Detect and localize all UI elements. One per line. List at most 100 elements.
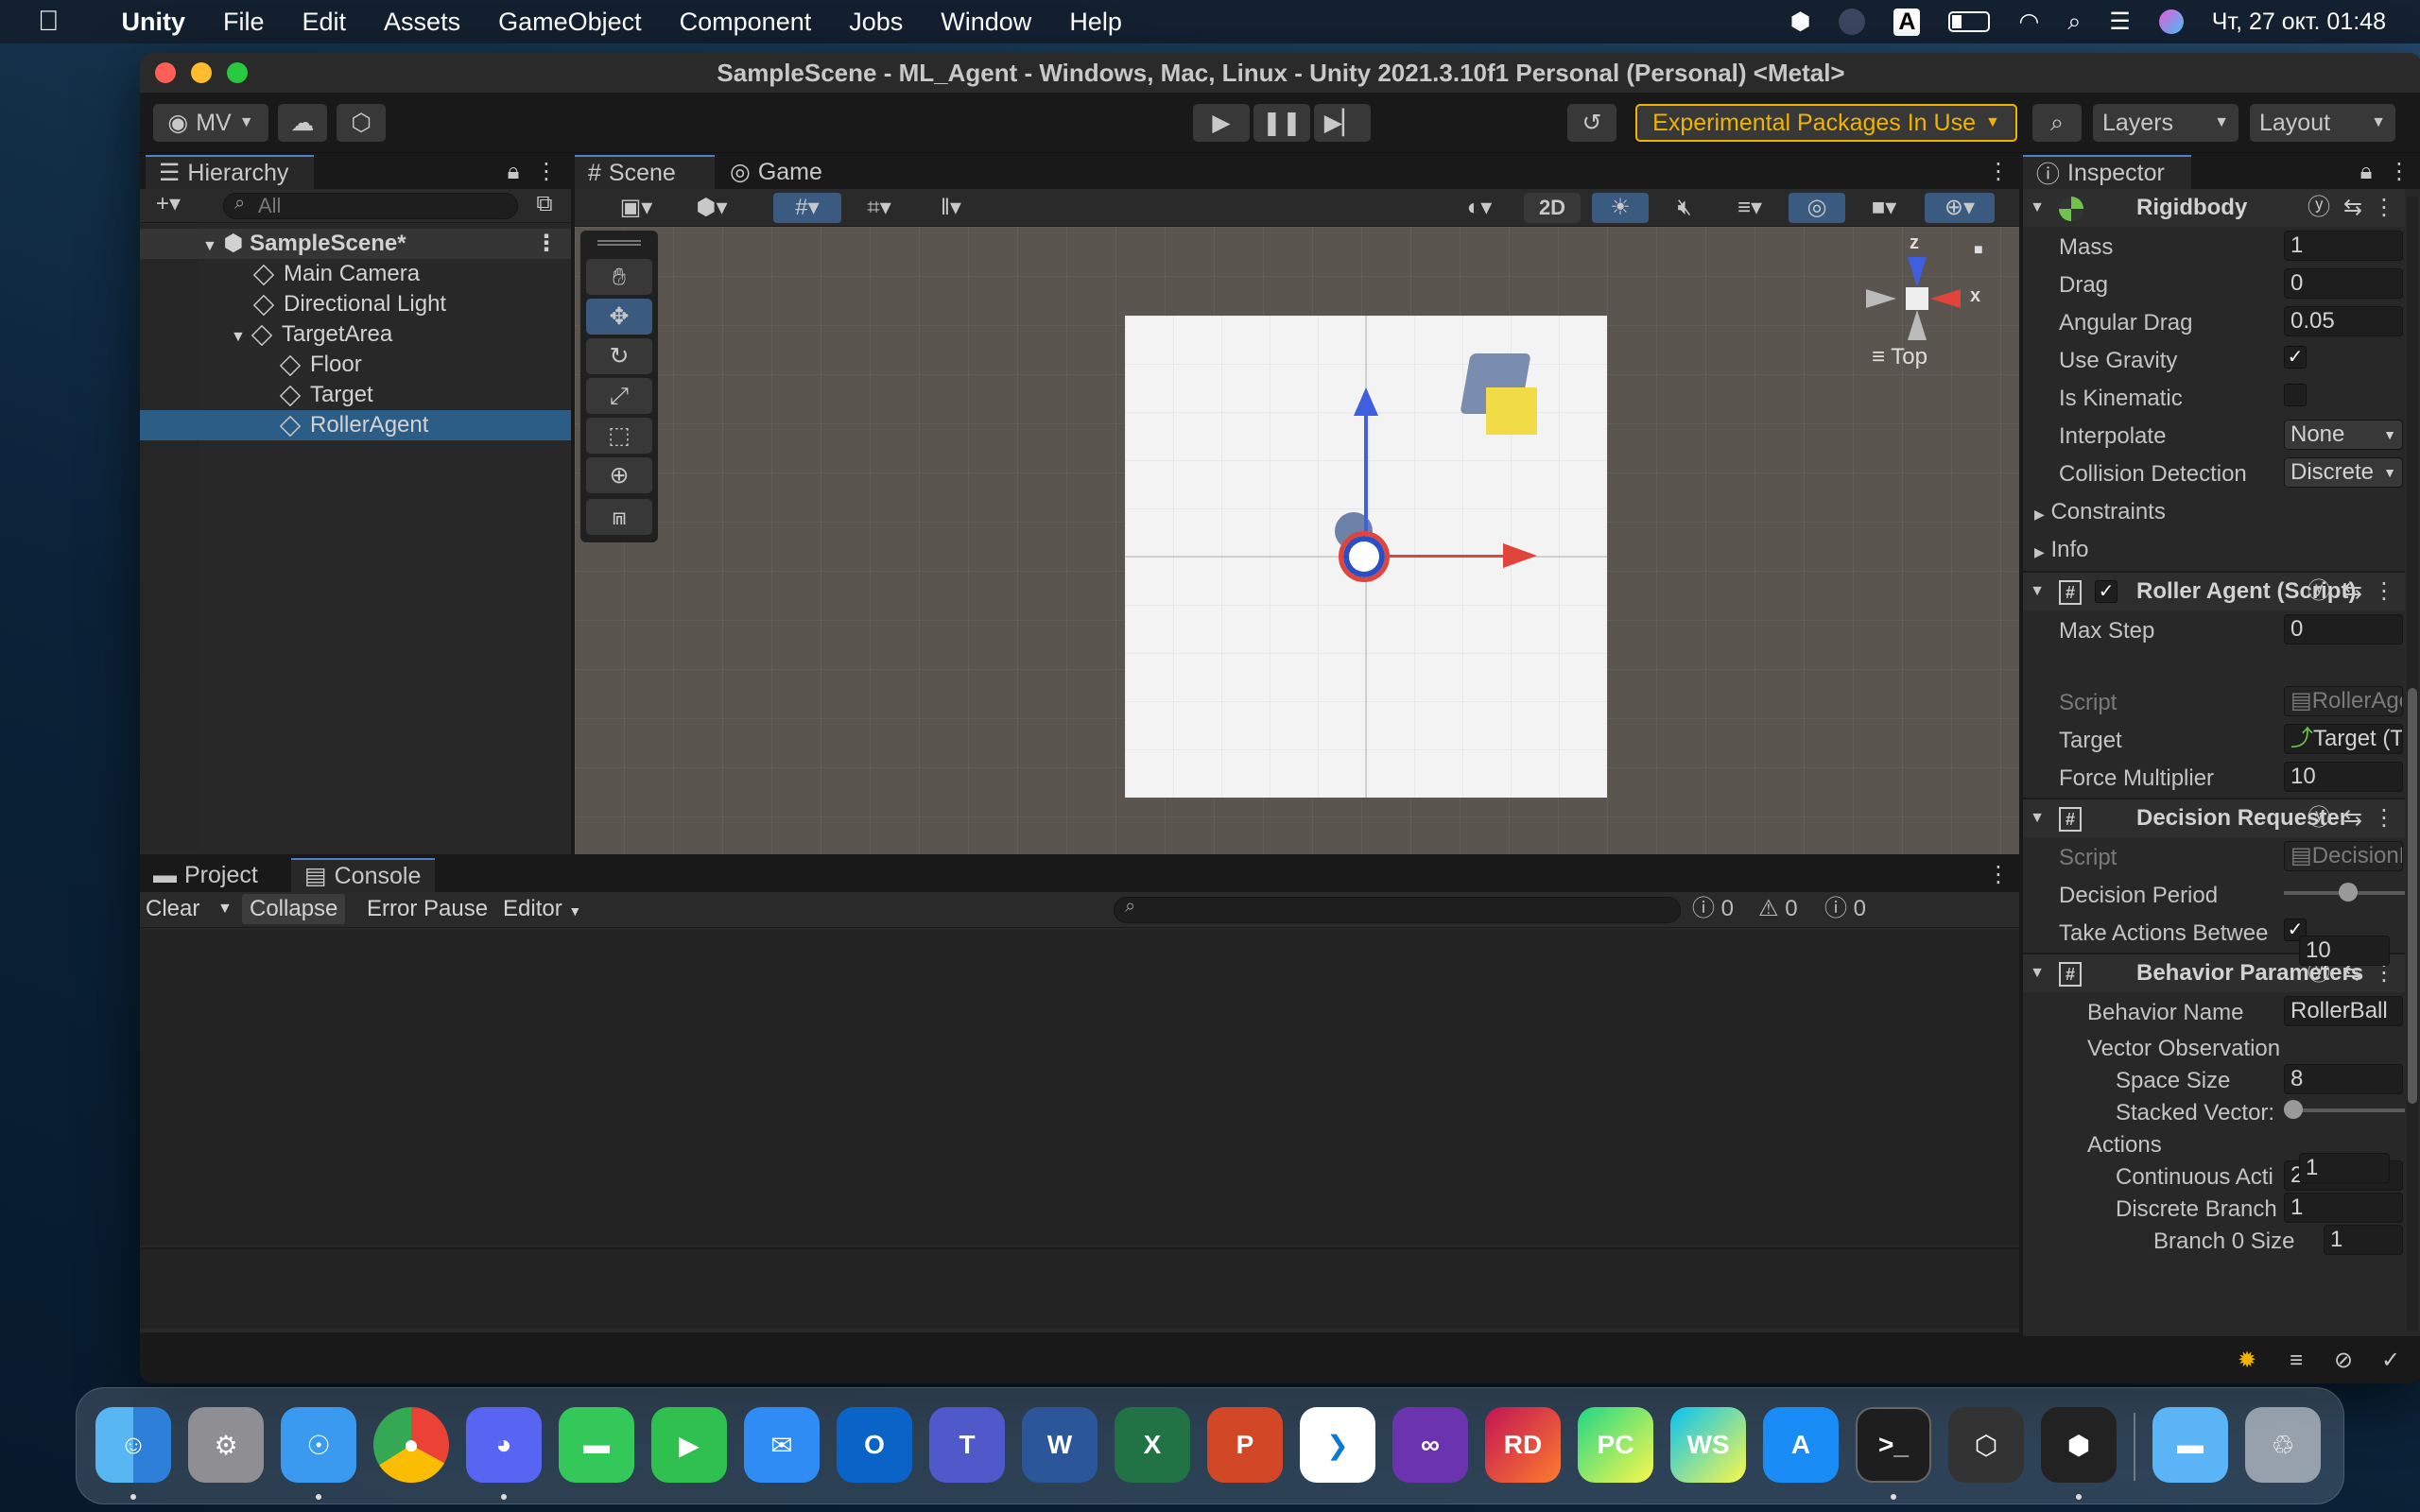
- menu-assets[interactable]: Assets: [384, 8, 460, 37]
- menu-component[interactable]: Component: [680, 8, 812, 37]
- x-axis-arrow-icon[interactable]: [1503, 543, 1537, 568]
- outlook-icon[interactable]: O: [837, 1407, 912, 1483]
- 2d-toggle[interactable]: 2D: [1524, 193, 1581, 223]
- lighting-icon[interactable]: ☀: [1592, 193, 1649, 223]
- lock-icon[interactable]: 🔒︎: [499, 157, 527, 187]
- use-gravity-checkbox[interactable]: ✓: [2284, 346, 2307, 369]
- increment-snap-icon[interactable]: ⌗▾: [849, 193, 909, 223]
- minimize-button[interactable]: [191, 62, 212, 83]
- close-button[interactable]: [155, 62, 176, 83]
- help-icon[interactable]: ⓨ: [2307, 576, 2331, 607]
- custom-tool-icon[interactable]: ⩎: [586, 499, 652, 535]
- foldout-arrow-icon[interactable]: ▼: [2029, 193, 2046, 223]
- slider-thumb[interactable]: [2284, 1100, 2303, 1119]
- play-button[interactable]: ▶: [1193, 104, 1250, 142]
- info-count-toggle[interactable]: ⓘ 0: [1692, 892, 1734, 926]
- discord-icon[interactable]: ◕: [466, 1407, 542, 1483]
- trash-icon[interactable]: ♲: [2245, 1407, 2321, 1483]
- lock-icon[interactable]: 🔒︎: [2352, 157, 2380, 187]
- render-mode-icon[interactable]: ⬢▾: [679, 193, 745, 223]
- siri-icon[interactable]: [2158, 9, 2184, 34]
- network-off-icon[interactable]: ⊘: [2329, 1346, 2358, 1376]
- target-object-field[interactable]: ⤴Target (Transfor: [2284, 724, 2403, 754]
- tab-inspector[interactable]: ⓘ Inspector: [2023, 155, 2191, 189]
- rotate-tool-icon[interactable]: ↻: [586, 338, 652, 374]
- menu-gameobject[interactable]: GameObject: [498, 8, 642, 37]
- help-icon[interactable]: ⓨ: [2307, 193, 2331, 223]
- space-size-input[interactable]: 8: [2284, 1064, 2403, 1094]
- webstorm-icon[interactable]: WS: [1670, 1407, 1746, 1483]
- force-multiplier-input[interactable]: 10: [2284, 762, 2403, 792]
- step-button[interactable]: ▶▏: [1314, 104, 1371, 142]
- terminal-icon[interactable]: >_: [1856, 1407, 1931, 1483]
- history-button[interactable]: ↺: [1567, 104, 1616, 142]
- mass-input[interactable]: 1: [2284, 231, 2403, 261]
- unity-icon[interactable]: ⬢: [2041, 1407, 2117, 1483]
- collision-detection-dropdown[interactable]: Discrete ▼: [2284, 457, 2403, 488]
- visibility-icon[interactable]: ◎: [1789, 193, 1845, 223]
- audio-icon[interactable]: 🔇︎: [1658, 193, 1711, 223]
- drag-input[interactable]: 0: [2284, 268, 2403, 299]
- menu-edit[interactable]: Edit: [302, 8, 347, 37]
- more-options-icon[interactable]: ⋮: [535, 157, 558, 187]
- roller-agent-header[interactable]: ▼ # ✓ Roller Agent (Script) ⓨ ⇆ ⋮: [2023, 573, 2405, 610]
- clock[interactable]: Чт, 27 окт. 01:48: [2212, 9, 2386, 36]
- camera-icon[interactable]: ■▾: [1851, 193, 1917, 223]
- effects-icon[interactable]: ≡▾: [1719, 193, 1781, 223]
- decision-period-slider[interactable]: [2284, 881, 2405, 905]
- more-options-icon[interactable]: ⋮: [1987, 157, 2010, 187]
- clear-options-icon[interactable]: ▼: [217, 892, 233, 926]
- app-menu[interactable]: Unity: [122, 8, 186, 37]
- more-options-icon[interactable]: ⋮: [2373, 803, 2395, 833]
- discrete-branches-input[interactable]: 1: [2284, 1193, 2403, 1223]
- foldout-arrow-icon[interactable]: ▼: [2029, 576, 2046, 607]
- scene-filter-icon[interactable]: ⧉: [527, 189, 562, 219]
- draw-mode-icon[interactable]: ▣▾: [603, 193, 669, 223]
- search-button[interactable]: ⌕: [2032, 104, 2082, 142]
- preset-icon[interactable]: ⇆: [2341, 803, 2365, 833]
- collapse-toggle[interactable]: Collapse: [242, 894, 346, 924]
- hierarchy-item-floor[interactable]: Floor: [140, 350, 571, 380]
- floor-plane[interactable]: [1125, 316, 1607, 798]
- editor-dropdown[interactable]: Editor ▼: [503, 892, 581, 926]
- status-circle-icon[interactable]: [1839, 9, 1866, 35]
- hierarchy-item-target[interactable]: Target: [140, 380, 571, 410]
- experimental-packages-dropdown[interactable]: Experimental Packages In Use ▼: [1635, 104, 2017, 142]
- hierarchy-item-target-area[interactable]: ▼ TargetArea: [140, 319, 571, 350]
- ruler-icon[interactable]: ‖▾: [917, 193, 985, 223]
- search-icon[interactable]: ⌕: [2067, 9, 2081, 36]
- tab-game[interactable]: ◎ Game: [717, 155, 849, 189]
- menu-help[interactable]: Help: [1069, 8, 1122, 37]
- gizmo-lock-icon[interactable]: ■: [1974, 242, 1983, 259]
- more-options-icon[interactable]: ⋮: [2373, 193, 2395, 223]
- decision-requester-header[interactable]: ▼ # Decision Requester ⓨ ⇆ ⋮: [2023, 799, 2405, 837]
- mail-icon[interactable]: ✉: [744, 1407, 820, 1483]
- battery-icon[interactable]: [1948, 11, 1991, 32]
- tab-hierarchy[interactable]: ☰ Hierarchy: [146, 155, 314, 189]
- powerpoint-icon[interactable]: P: [1207, 1407, 1283, 1483]
- preset-icon[interactable]: ⇆: [2341, 193, 2365, 223]
- stacked-vectors-slider[interactable]: [2284, 1098, 2405, 1123]
- pycharm-icon[interactable]: PC: [1578, 1407, 1653, 1483]
- control-center-icon[interactable]: ☰: [2109, 8, 2130, 36]
- scene-viewport[interactable]: ✋︎ ✥ ↻ ⤢ ⬚ ⊕ ⩎ z x ■ ≡ Top: [575, 227, 2019, 854]
- unity-hub-icon[interactable]: ⬡: [1948, 1407, 2024, 1483]
- collab-button[interactable]: ⬡: [337, 104, 386, 142]
- move-tool-icon[interactable]: ✥: [586, 299, 652, 335]
- hierarchy-item-directional-light[interactable]: Directional Light: [140, 289, 571, 319]
- account-dropdown[interactable]: ◉ MV ▼: [153, 104, 268, 142]
- excel-icon[interactable]: X: [1115, 1407, 1190, 1483]
- wifi-icon[interactable]: ◠: [2018, 8, 2039, 36]
- gizmo-x-cone-icon[interactable]: [1930, 289, 1961, 308]
- app-store-icon[interactable]: A: [1763, 1407, 1839, 1483]
- gizmo-neg-z-cone-icon[interactable]: [1908, 310, 1927, 340]
- word-icon[interactable]: W: [1022, 1407, 1098, 1483]
- info-foldout[interactable]: ▶ Info: [2034, 537, 2088, 563]
- transform-tool-icon[interactable]: ⊕: [586, 457, 652, 493]
- console-detail-area[interactable]: [140, 1247, 2019, 1329]
- more-options-icon[interactable]: ⋮: [1987, 860, 2010, 890]
- is-kinematic-checkbox[interactable]: [2284, 384, 2307, 406]
- teams-icon[interactable]: T: [929, 1407, 1005, 1483]
- menu-window[interactable]: Window: [941, 8, 1031, 37]
- preset-icon[interactable]: ⇆: [2341, 576, 2365, 607]
